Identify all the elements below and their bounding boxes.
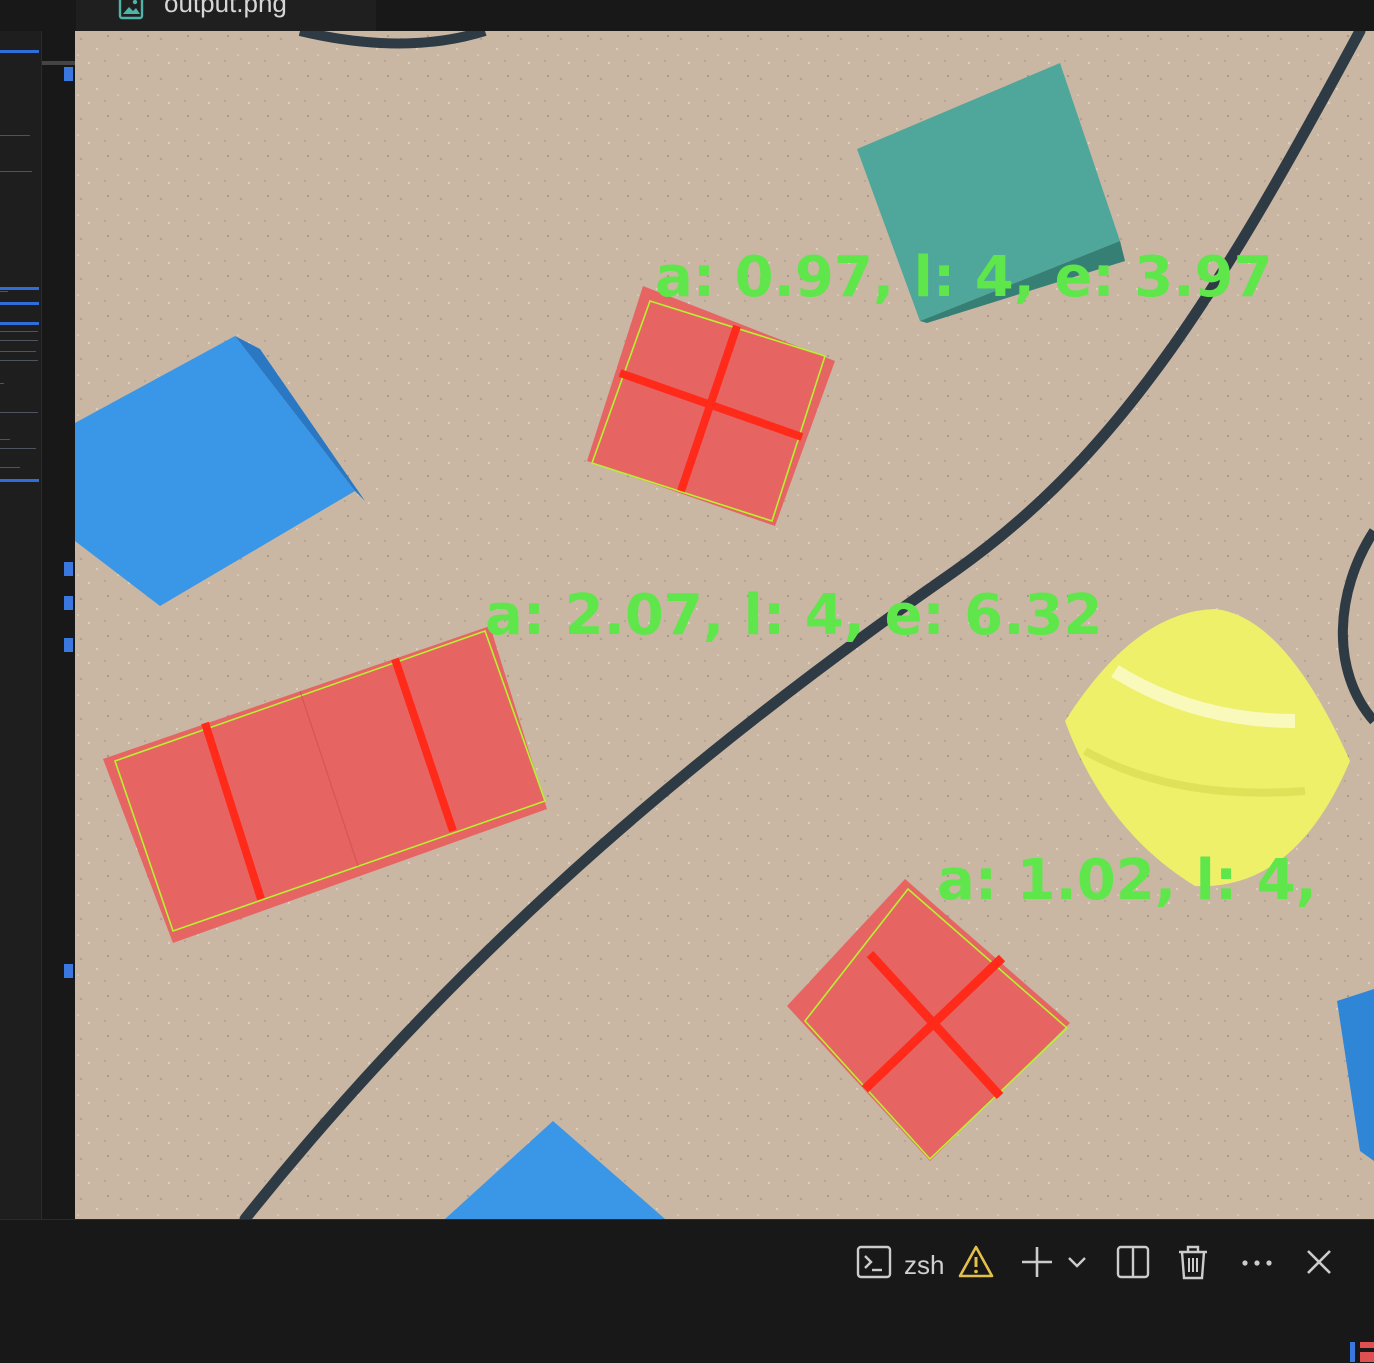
- editor-tab-bar: output.png: [0, 0, 1374, 31]
- warning-icon[interactable]: [957, 1242, 995, 1282]
- trash-icon[interactable]: [1174, 1242, 1212, 1282]
- annotation-label-2: a: 2.07, l: 4, e: 6.32: [485, 583, 1102, 648]
- output-image: a: 0.97, l: 4, e: 3.97 a: 2.07, l: 4, e:…: [75, 31, 1374, 1219]
- tab-label: output.png: [164, 0, 287, 18]
- plus-icon[interactable]: [1018, 1242, 1056, 1282]
- annotation-label-1: a: 0.97, l: 4, e: 3.97: [655, 245, 1272, 310]
- terminal-panel: zsh: [0, 1219, 1374, 1363]
- code-minimap[interactable]: [0, 31, 41, 1219]
- close-icon[interactable]: [1300, 1242, 1338, 1282]
- corner-indicator-icon: [1350, 1342, 1374, 1362]
- split-icon[interactable]: [1114, 1242, 1152, 1282]
- image-file-icon: [118, 0, 144, 20]
- chevron-down-icon[interactable]: [1064, 1242, 1090, 1282]
- editor-gutter: [41, 31, 76, 1219]
- terminal-name[interactable]: zsh: [904, 1250, 944, 1281]
- image-preview: a: 0.97, l: 4, e: 3.97 a: 2.07, l: 4, e:…: [75, 31, 1374, 1219]
- editor-tab[interactable]: output.png: [76, 0, 376, 31]
- annotation-label-3: a: 1.02, l: 4,: [937, 848, 1317, 913]
- terminal-icon[interactable]: [856, 1242, 892, 1282]
- more-icon[interactable]: [1238, 1242, 1276, 1282]
